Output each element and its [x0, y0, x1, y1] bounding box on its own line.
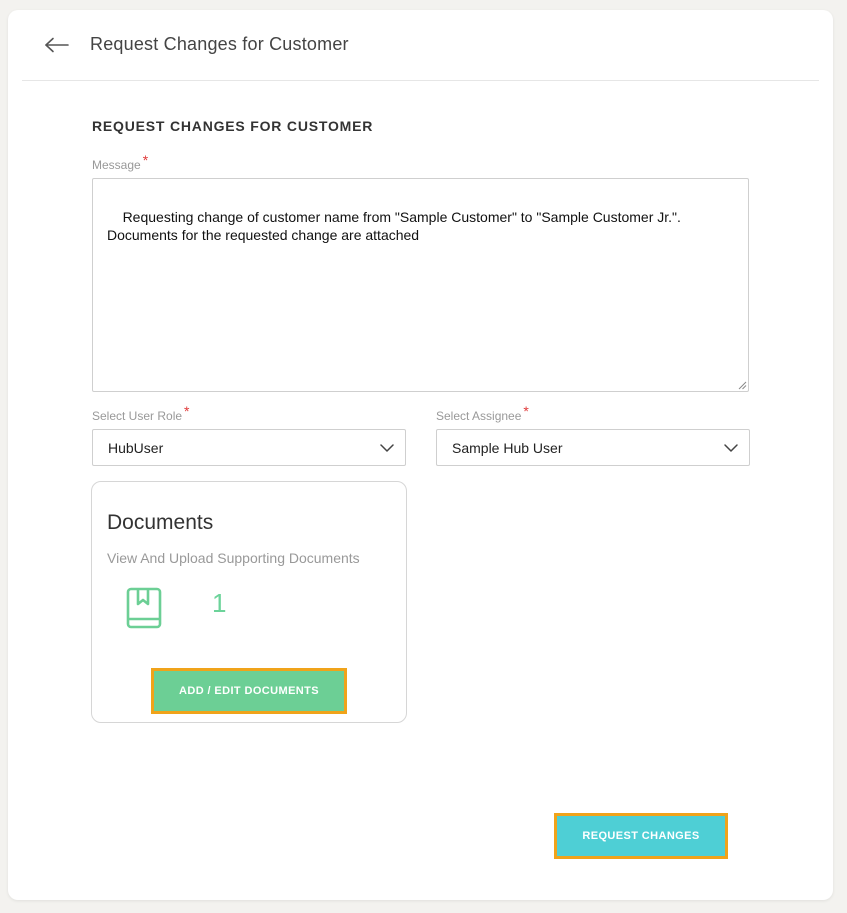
message-label: Message *: [92, 152, 148, 172]
chevron-down-icon: [380, 444, 394, 452]
required-marker: *: [142, 152, 149, 168]
required-marker: *: [184, 403, 190, 419]
user-role-select[interactable]: HubUser: [92, 429, 406, 466]
documents-title: Documents: [107, 511, 214, 534]
form-section-title: REQUEST CHANGES FOR CUSTOMER: [92, 118, 374, 134]
request-changes-button[interactable]: REQUEST CHANGES: [554, 813, 728, 859]
main-card: Request Changes for Customer REQUEST CHA…: [8, 10, 833, 900]
resize-grip-icon[interactable]: [738, 381, 747, 390]
message-label-text: Message: [92, 158, 141, 172]
message-text: Requesting change of customer name from …: [107, 209, 681, 243]
required-marker: *: [523, 403, 529, 419]
user-role-label: Select User Role *: [92, 403, 190, 423]
user-role-value: HubUser: [108, 440, 164, 456]
documents-card: Documents View And Upload Supporting Doc…: [91, 481, 407, 723]
documents-subtitle: View And Upload Supporting Documents: [107, 550, 360, 566]
assignee-label-text: Select Assignee: [436, 409, 522, 423]
assignee-value: Sample Hub User: [452, 440, 563, 456]
add-edit-documents-button[interactable]: ADD / EDIT DOCUMENTS: [151, 668, 347, 714]
assignee-label: Select Assignee *: [436, 403, 529, 423]
documents-count: 1: [212, 588, 227, 618]
page-title: Request Changes for Customer: [90, 34, 349, 54]
book-bookmark-icon: [126, 587, 162, 629]
user-role-label-text: Select User Role: [92, 409, 183, 423]
message-textarea[interactable]: Requesting change of customer name from …: [92, 178, 749, 392]
page-header: Request Changes for Customer: [22, 10, 819, 81]
back-button[interactable]: [42, 32, 72, 58]
chevron-down-icon: [724, 444, 738, 452]
arrow-left-icon: [45, 37, 69, 53]
assignee-select[interactable]: Sample Hub User: [436, 429, 750, 466]
